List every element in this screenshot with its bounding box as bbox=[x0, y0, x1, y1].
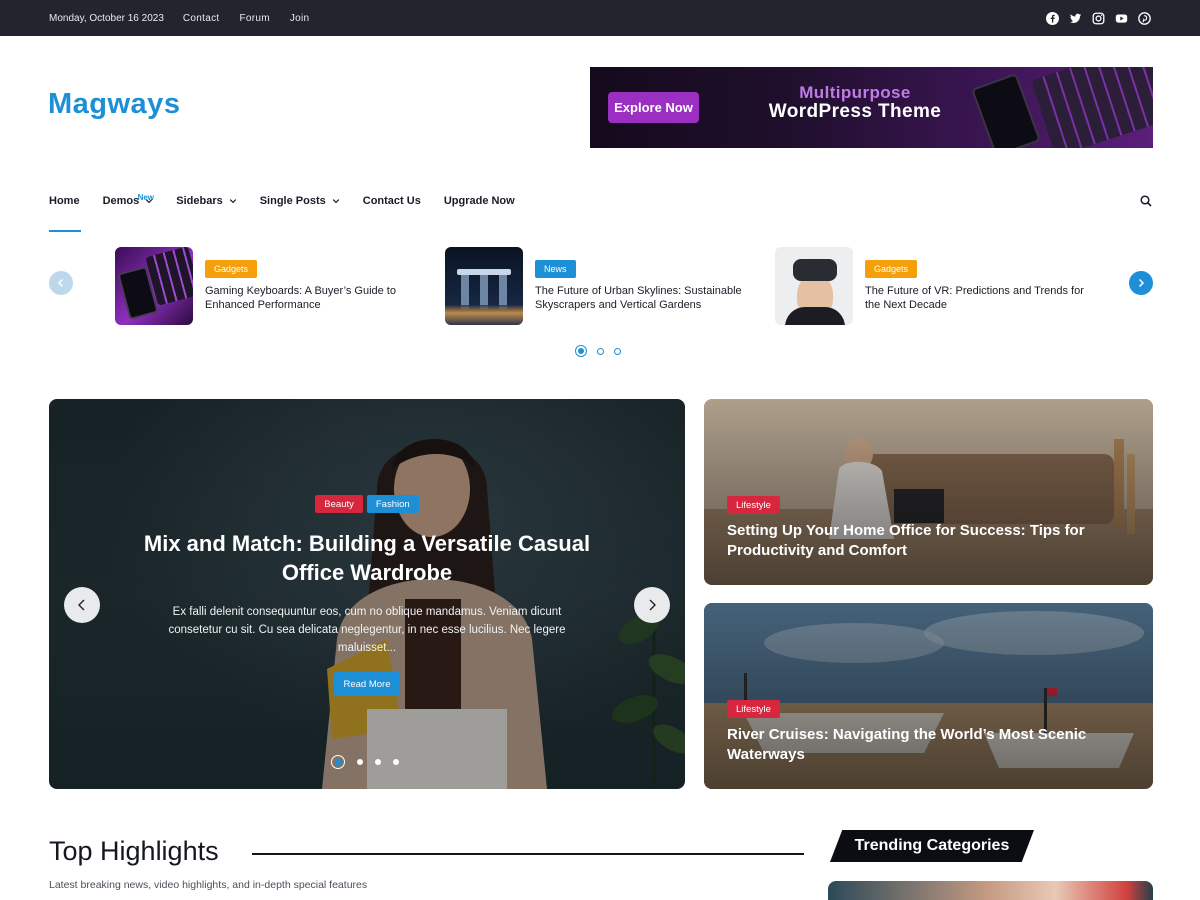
section-divider bbox=[252, 853, 804, 855]
banner-headline-1: Multipurpose bbox=[799, 83, 911, 102]
main-nav: Home Demos New Sidebars Single Posts Con… bbox=[49, 186, 538, 232]
side-card[interactable]: Lifestyle River Cruises: Navigating the … bbox=[704, 603, 1153, 789]
pinterest-icon[interactable] bbox=[1138, 11, 1151, 25]
nav-item-demos[interactable]: Demos New bbox=[102, 193, 155, 207]
ticker-item[interactable]: Gadgets Gaming Keyboards: A Buyer’s Guid… bbox=[115, 247, 425, 326]
nav-label: Sidebars bbox=[176, 195, 223, 207]
nav-label: Home bbox=[49, 195, 80, 207]
chevron-down-icon bbox=[229, 199, 236, 204]
tag-lifestyle[interactable]: Lifestyle bbox=[727, 700, 780, 718]
category-badge[interactable]: Gadgets bbox=[205, 260, 258, 278]
facebook-icon[interactable] bbox=[1046, 11, 1059, 25]
ticker-item[interactable]: News The Future of Urban Skylines: Susta… bbox=[445, 247, 765, 326]
nav-item-contact-us[interactable]: Contact Us bbox=[363, 195, 421, 207]
ticker-next-button[interactable] bbox=[1129, 271, 1153, 295]
top-link-forum[interactable]: Forum bbox=[239, 13, 269, 24]
trending-categories-heading: Trending Categories bbox=[830, 830, 1034, 862]
nav-item-single-posts[interactable]: Single Posts bbox=[260, 195, 340, 207]
ad-banner[interactable]: Explore Now Multipurpose WordPress Theme bbox=[590, 67, 1153, 148]
side-card[interactable]: Lifestyle Setting Up Your Home Office fo… bbox=[704, 399, 1153, 585]
social-links bbox=[1046, 0, 1151, 36]
tag-lifestyle[interactable]: Lifestyle bbox=[727, 496, 780, 514]
ticker-title[interactable]: Gaming Keyboards: A Buyer’s Guide to Enh… bbox=[205, 284, 435, 312]
nav-label: Single Posts bbox=[259, 195, 326, 207]
youtube-icon[interactable] bbox=[1115, 12, 1128, 25]
read-more-button[interactable]: Read More bbox=[334, 672, 400, 696]
site-logo[interactable]: Magways bbox=[48, 88, 180, 121]
hero-overlay bbox=[49, 399, 685, 789]
top-bar-left: Monday, October 16 2023 Contact Forum Jo… bbox=[49, 0, 329, 36]
category-badge[interactable]: News bbox=[535, 260, 576, 278]
pagination-dot[interactable] bbox=[597, 347, 604, 355]
hero-slider[interactable]: Beauty Fashion Mix and Match: Building a… bbox=[49, 399, 685, 789]
trending-category-image[interactable] bbox=[828, 881, 1153, 900]
section-subtitle: Latest breaking news, video highlights, … bbox=[49, 879, 368, 891]
nav-label: Upgrade Now bbox=[443, 195, 515, 207]
pagination-dot[interactable] bbox=[357, 759, 363, 765]
nav-label: Demos bbox=[102, 195, 140, 207]
ticker-item[interactable]: Gadgets The Future of VR: Predictions an… bbox=[775, 247, 1095, 326]
card-title[interactable]: River Cruises: Navigating the World’s Mo… bbox=[727, 725, 1127, 765]
instagram-icon[interactable] bbox=[1092, 12, 1105, 25]
current-date: Monday, October 16 2023 bbox=[49, 12, 164, 24]
top-link-join[interactable]: Join bbox=[290, 13, 310, 24]
banner-keyboard-image bbox=[1031, 67, 1153, 148]
ticker-title[interactable]: The Future of Urban Skylines: Sustainabl… bbox=[535, 284, 765, 312]
hero-title[interactable]: Mix and Match: Building a Versatile Casu… bbox=[139, 529, 595, 587]
widget-title: Trending Categories bbox=[854, 837, 1010, 854]
pagination-dot[interactable] bbox=[375, 759, 381, 765]
banner-phone-image bbox=[971, 72, 1041, 148]
nav-item-sidebars[interactable]: Sidebars bbox=[176, 195, 236, 207]
chevron-down-icon bbox=[332, 199, 339, 204]
hero-tags: Beauty Fashion bbox=[49, 495, 685, 513]
chevron-left-icon bbox=[57, 278, 64, 288]
tag-fashion[interactable]: Fashion bbox=[366, 495, 419, 513]
nav-item-upgrade-now[interactable]: Upgrade Now bbox=[444, 195, 515, 207]
chevron-right-icon bbox=[649, 599, 656, 611]
new-badge: New bbox=[137, 193, 155, 202]
pagination-dot[interactable] bbox=[393, 759, 399, 765]
ticker-thumbnail[interactable] bbox=[115, 247, 193, 325]
chevron-left-icon bbox=[78, 599, 85, 611]
hero-prev-button[interactable] bbox=[64, 587, 100, 623]
twitter-icon[interactable] bbox=[1069, 12, 1082, 25]
ticker-thumbnail[interactable] bbox=[775, 247, 853, 325]
pagination-dot-active[interactable] bbox=[331, 755, 345, 769]
nav-item-home[interactable]: Home bbox=[49, 195, 81, 232]
nav-label: Contact Us bbox=[362, 195, 421, 207]
explore-now-button[interactable]: Explore Now bbox=[608, 92, 699, 123]
category-badge[interactable]: Gadgets bbox=[865, 260, 918, 278]
ticker-thumbnail[interactable] bbox=[445, 247, 523, 325]
banner-headline-2: WordPress Theme bbox=[768, 101, 942, 122]
ticker-pagination bbox=[575, 345, 621, 357]
ticker-prev-button[interactable] bbox=[49, 271, 73, 295]
hero-pagination bbox=[331, 755, 399, 769]
top-link-contact[interactable]: Contact bbox=[183, 13, 220, 24]
active-indicator bbox=[49, 230, 81, 232]
ticker-title[interactable]: The Future of VR: Predictions and Trends… bbox=[865, 284, 1095, 312]
top-bar: Monday, October 16 2023 Contact Forum Jo… bbox=[0, 0, 1200, 36]
pagination-dot[interactable] bbox=[614, 347, 621, 355]
chevron-right-icon bbox=[1138, 278, 1145, 288]
tag-beauty[interactable]: Beauty bbox=[315, 495, 363, 513]
section-title: Top Highlights bbox=[49, 836, 219, 866]
search-icon[interactable] bbox=[1140, 195, 1152, 207]
pagination-dot-active[interactable] bbox=[575, 345, 587, 357]
hero-next-button[interactable] bbox=[634, 587, 670, 623]
card-title[interactable]: Setting Up Your Home Office for Success:… bbox=[727, 521, 1127, 561]
hero-excerpt: Ex falli delenit consequuntur eos, cum n… bbox=[168, 606, 566, 654]
